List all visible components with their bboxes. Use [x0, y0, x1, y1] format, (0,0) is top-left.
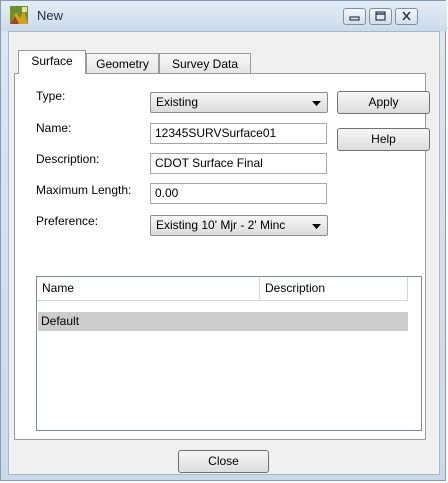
minimize-icon — [349, 16, 360, 21]
type-dropdown[interactable]: Existing — [150, 92, 328, 113]
close-button[interactable]: Close — [178, 450, 269, 473]
surfaces-list[interactable]: Name Description Default — [36, 276, 422, 431]
column-header-description[interactable]: Description — [260, 277, 408, 301]
help-button[interactable]: Help — [337, 128, 430, 151]
preference-dropdown[interactable]: Existing 10' Mjr - 2' Minc — [150, 215, 328, 236]
maximum-length-field[interactable]: 0.00 — [150, 183, 327, 204]
name-label: Name: — [36, 121, 72, 135]
type-label: Type: — [36, 89, 66, 103]
name-field[interactable]: 12345SURVSurface01 — [150, 123, 327, 144]
maximum-length-label: Maximum Length: — [36, 183, 132, 197]
chevron-down-icon — [312, 224, 321, 229]
apply-button[interactable]: Apply — [337, 91, 430, 114]
preference-value: Existing 10' Mjr - 2' Minc — [156, 218, 286, 232]
window-title: New — [37, 8, 64, 23]
description-field[interactable]: CDOT Surface Final — [150, 153, 327, 174]
close-icon — [402, 11, 411, 21]
minimize-button[interactable] — [343, 8, 366, 25]
dialog-window: New Surface Geometry Survey Data Type: E… — [0, 0, 447, 481]
description-label: Description: — [36, 152, 100, 166]
chevron-down-icon — [312, 101, 321, 106]
maximize-button[interactable] — [369, 8, 392, 25]
type-value: Existing — [156, 95, 199, 109]
list-item[interactable]: Default — [38, 312, 408, 331]
list-item-name: Default — [41, 314, 80, 328]
maximize-icon — [375, 11, 386, 21]
tab-surface[interactable]: Surface — [18, 50, 86, 74]
tab-survey-data[interactable]: Survey Data — [159, 53, 251, 74]
preference-label: Preference: — [36, 214, 99, 228]
column-header-name[interactable]: Name — [37, 277, 260, 301]
app-icon — [10, 6, 28, 24]
tab-geometry[interactable]: Geometry — [86, 53, 159, 74]
close-window-button[interactable] — [395, 8, 418, 25]
title-bar[interactable]: New — [1, 1, 447, 31]
